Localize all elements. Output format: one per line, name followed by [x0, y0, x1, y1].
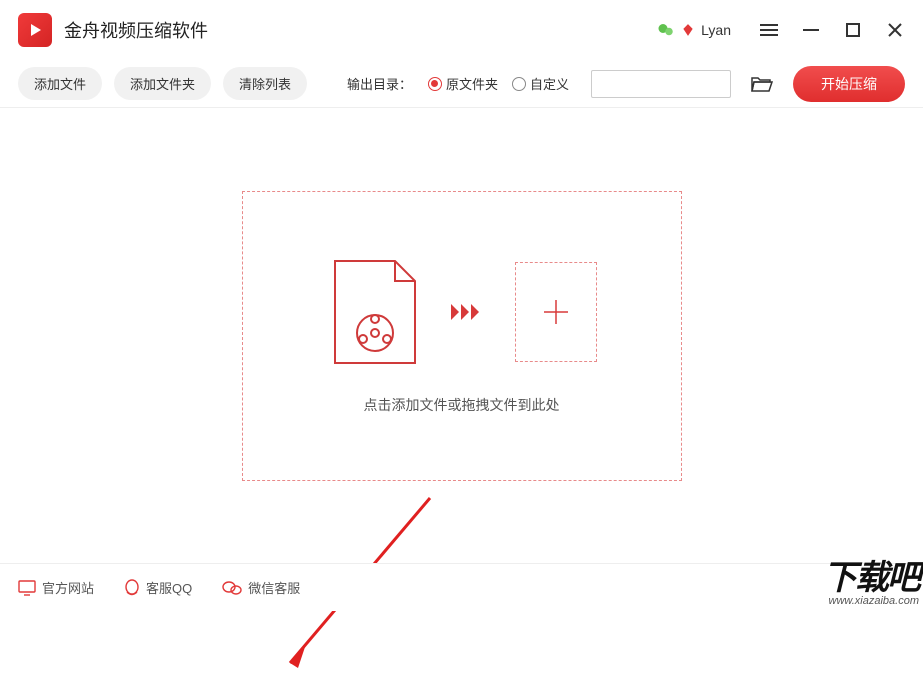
- play-icon: [25, 20, 45, 40]
- radio-icon: [512, 77, 526, 91]
- footer: 官方网站 客服QQ 微信客服: [0, 563, 923, 611]
- qq-icon: [124, 579, 140, 597]
- radio-icon: [428, 77, 442, 91]
- start-compress-button[interactable]: 开始压缩: [793, 66, 905, 102]
- hamburger-icon: [760, 21, 778, 39]
- footer-website-label: 官方网站: [42, 578, 94, 597]
- monitor-icon: [18, 580, 36, 596]
- add-file-button[interactable]: 添加文件: [18, 67, 102, 100]
- qq-support-link[interactable]: 客服QQ: [124, 578, 192, 597]
- title-bar: 金舟视频压缩软件 Lyan: [0, 0, 923, 60]
- drop-zone[interactable]: 点击添加文件或拖拽文件到此处: [242, 191, 682, 481]
- file-video-icon: [327, 257, 423, 367]
- footer-wechat-label: 微信客服: [248, 578, 300, 597]
- user-name: Lyan: [701, 22, 731, 38]
- footer-qq-label: 客服QQ: [146, 578, 192, 597]
- output-dir-label: 输出目录：: [347, 74, 412, 93]
- main-area: 点击添加文件或拖拽文件到此处: [0, 108, 923, 563]
- drop-zone-graphics: [327, 257, 597, 367]
- maximize-icon: [846, 23, 860, 37]
- menu-button[interactable]: [759, 20, 779, 40]
- clear-list-button[interactable]: 清除列表: [223, 67, 307, 100]
- radio-source-label: 原文件夹: [446, 74, 498, 93]
- window-controls: [759, 20, 905, 40]
- maximize-button[interactable]: [843, 20, 863, 40]
- wechat-icon: [222, 580, 242, 596]
- plus-icon: [542, 298, 570, 326]
- diamond-icon: [681, 23, 695, 37]
- add-folder-button[interactable]: 添加文件夹: [114, 67, 211, 100]
- radio-custom-folder[interactable]: 自定义: [512, 74, 569, 93]
- toolbar: 添加文件 添加文件夹 清除列表 输出目录： 原文件夹 自定义 开始压缩: [0, 60, 923, 108]
- minimize-button[interactable]: [801, 20, 821, 40]
- official-website-link[interactable]: 官方网站: [18, 578, 94, 597]
- browse-folder-button[interactable]: [751, 75, 773, 93]
- folder-open-icon: [751, 75, 773, 93]
- close-button[interactable]: [885, 20, 905, 40]
- wechat-support-link[interactable]: 微信客服: [222, 578, 300, 597]
- arrows-icon: [451, 300, 487, 324]
- close-icon: [888, 23, 902, 37]
- output-dir-radio-group: 原文件夹 自定义: [428, 74, 569, 93]
- radio-custom-label: 自定义: [530, 74, 569, 93]
- minimize-icon: [803, 22, 819, 38]
- app-logo: [18, 13, 52, 47]
- drop-zone-hint: 点击添加文件或拖拽文件到此处: [364, 395, 560, 415]
- plus-box: [515, 262, 597, 362]
- user-area[interactable]: Lyan: [657, 21, 731, 39]
- app-title: 金舟视频压缩软件: [64, 17, 208, 43]
- radio-source-folder[interactable]: 原文件夹: [428, 74, 498, 93]
- wechat-icon: [657, 21, 675, 39]
- output-path-input[interactable]: [591, 70, 731, 98]
